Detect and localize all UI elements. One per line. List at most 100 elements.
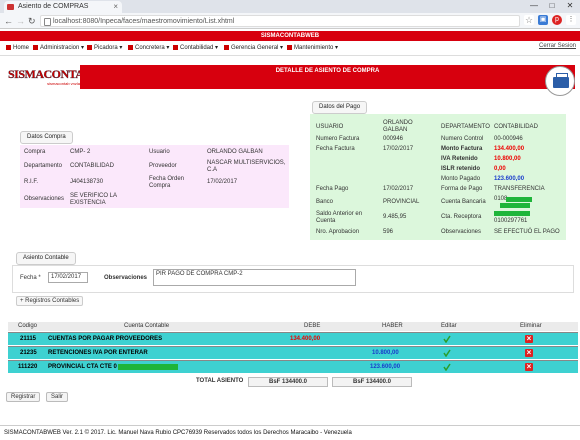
forma-pago-label: Forma de Pago [441, 186, 483, 192]
menu-mantenimiento[interactable]: Mantenimiento ▾ [287, 44, 338, 53]
close-window-button[interactable]: ✕ [562, 0, 578, 12]
menu-concretera[interactable]: Concretera ▾ [128, 44, 169, 53]
menu-administracion[interactable]: Administracion ▾ [33, 44, 84, 53]
fecha-pago-value: 17/02/2017 [383, 186, 414, 192]
table-row[interactable]: 21115 CUENTAS POR PAGAR PROVEEDORES 134.… [8, 332, 578, 345]
accounting-icon [173, 44, 178, 50]
row-cuenta: PROVINCIAL CTA CTE 0 [48, 364, 117, 370]
compra-label: Compra [24, 149, 46, 155]
tab-title: Asiento de COMPRAS [18, 3, 89, 10]
pago-departamento-value: CONTABILIDAD [494, 124, 538, 130]
row-codigo: 21115 [20, 336, 37, 342]
nro-aprobacion-label: Nro. Aprobacion [316, 229, 360, 235]
forma-pago-value: TRANSFERENCIA [494, 186, 545, 192]
salir-button[interactable]: Salir [46, 392, 69, 402]
rif-label: R.I.F. [24, 179, 39, 185]
numero-control-value: 00-000946 [494, 136, 523, 142]
registros-contables-button[interactable]: + Registros Contables [16, 296, 84, 306]
table-row[interactable]: 21235 RETENCIONES IVA POR ENTERAR 10.800… [8, 346, 578, 359]
app-logo: SISMACONTAB sismacontab vnzla [8, 67, 92, 86]
total-row: TOTAL ASIENTO BsF 134400.0 BsF 134400.0 [8, 377, 578, 387]
pago-usuario-value: ORLANDO GALBAN [383, 120, 413, 133]
table-row[interactable]: 111220 PROVINCIAL CTA CTE 0 123.600,00 × [8, 360, 578, 373]
redacted-cuenta-bar [118, 364, 178, 370]
browser-menu-icon[interactable]: ⋮ [566, 15, 576, 25]
observaciones-compra-value: SE VERIFICO LA EXISTENCIA [70, 193, 117, 206]
monto-factura-value: 134.400,00 [494, 146, 525, 152]
delete-x-icon[interactable]: × [525, 335, 533, 343]
browser-tab[interactable]: Asiento de COMPRAS × [4, 1, 122, 13]
total-debe: BsF 134400.0 [248, 377, 328, 387]
row-codigo: 21235 [20, 350, 37, 356]
rif-value: J404138730 [70, 179, 104, 185]
menu-contabilidad[interactable]: Contabilidad ▾ [173, 44, 218, 53]
url-input[interactable]: localhost:8080/Inpeca/faces/maestromovim… [40, 15, 520, 27]
edit-check-icon[interactable] [443, 335, 451, 343]
page-banner: DETALLE DE ASIENTO DE COMPRA [80, 65, 575, 89]
mixer-icon [128, 44, 133, 50]
islr-retenido-value: 0,00 [494, 166, 506, 172]
fecha-input[interactable]: 17/02/2017 [48, 272, 88, 283]
menu-picadora[interactable]: Picadora ▾ [87, 44, 122, 53]
menu-gerencia-general[interactable]: Gerencia General ▾ [224, 44, 283, 53]
briefcase-icon [545, 66, 575, 96]
extension-icon[interactable]: ▣ [538, 15, 548, 25]
redacted-receptora-bar [494, 211, 530, 216]
saldo-value: 9.485,95 [383, 214, 407, 220]
fecha-factura-value: 17/02/2017 [383, 146, 414, 152]
monto-factura-label: Monto Factura [441, 146, 483, 152]
logout-link[interactable]: Cerrar Sesion [539, 43, 576, 49]
admin-icon [33, 44, 38, 50]
edit-check-icon[interactable] [443, 349, 451, 357]
fecha-factura-label: Fecha Factura [316, 146, 355, 152]
redacted-account-bar [506, 197, 532, 202]
banco-value: PROVINCIAL [383, 199, 420, 205]
total-label: TOTAL ASIENTO [196, 378, 244, 384]
maximize-button[interactable]: □ [544, 0, 560, 12]
registrar-button[interactable]: Registrar [6, 392, 41, 402]
pago-observaciones-value: SE EFECTUÓ EL PAGO [494, 229, 560, 235]
numero-control-label: Numero Control [441, 136, 484, 142]
datos-compra-header[interactable]: Datos Compra [20, 131, 73, 144]
pinterest-icon[interactable]: p [552, 15, 562, 25]
cuenta-bancaria-label: Cuenta Bancaria [441, 199, 486, 205]
delete-x-icon[interactable]: × [525, 363, 533, 371]
numero-factura-label: Numero Factura [316, 136, 360, 142]
row-haber: 123.600,00 [370, 364, 401, 370]
asiento-contable-header[interactable]: Asiento Contable [16, 252, 76, 265]
row-cuenta: RETENCIONES IVA POR ENTERAR [48, 350, 148, 356]
page-info-icon [44, 18, 51, 26]
proveedor-value: NASCAR MULTISERVICIOS, C.A [207, 160, 286, 173]
delete-x-icon[interactable]: × [525, 349, 533, 357]
usuario-label: Usuario [149, 149, 170, 155]
observaciones-textarea[interactable]: PIR PAGO DE COMPRA CMP-2 [153, 269, 356, 286]
cta-receptora-label: Cta. Receptora [441, 214, 482, 220]
nro-aprobacion-value: 596 [383, 229, 394, 235]
bookmark-star-icon[interactable]: ☆ [524, 15, 534, 25]
menu-home[interactable]: Home [6, 44, 29, 53]
redacted-account-bar-2 [500, 203, 530, 208]
back-icon[interactable]: ← [4, 15, 13, 27]
proveedor-label: Proveedor [149, 163, 177, 169]
tab-close-icon[interactable]: × [113, 1, 118, 13]
departamento-value: CONTABILIDAD [70, 163, 114, 169]
favicon-icon [7, 4, 14, 10]
forward-icon[interactable]: → [16, 15, 25, 27]
minimize-button[interactable]: — [526, 0, 542, 12]
departamento-label: Departamento [24, 163, 63, 169]
table-header: Codigo Cuenta Contable DEBE HABER Editar… [8, 322, 578, 331]
datos-pago-header[interactable]: Datos del Pago [312, 101, 368, 114]
app-title-bar: SISMACONTABWEB [0, 31, 580, 41]
saldo-label: Saldo Anterior en Cuenta [316, 211, 363, 224]
iva-retenido-label: IVA Retenido [441, 156, 478, 162]
monto-pagado-label: Monto Pagado [441, 176, 481, 182]
pago-observaciones-label: Observaciones [441, 229, 482, 235]
observaciones-label: Observaciones [104, 275, 148, 281]
pago-usuario-label: USUARIO [316, 124, 344, 130]
maintenance-icon [287, 44, 292, 50]
usuario-value: ORLANDO GALBAN [207, 149, 263, 155]
edit-check-icon[interactable] [443, 363, 451, 371]
fecha-label: Fecha * [20, 275, 41, 281]
reload-icon[interactable]: ↻ [28, 15, 36, 27]
monto-pagado-value: 123.600,00 [494, 176, 525, 182]
